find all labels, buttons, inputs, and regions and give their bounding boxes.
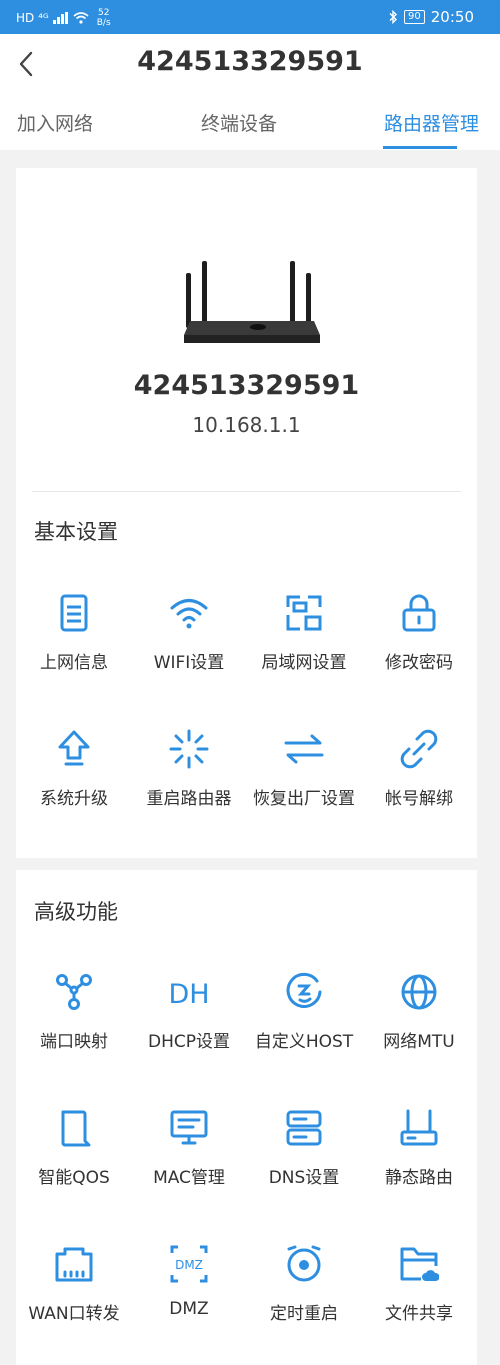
dmz-icon-text: DMZ: [175, 1258, 203, 1272]
ethernet-port-icon: [54, 1244, 94, 1284]
status-left: HD ⁴ᴳ 52 B/s: [16, 8, 111, 28]
tab-terminal-devices[interactable]: 终端设备: [201, 109, 277, 136]
tab-router-management[interactable]: 路由器管理: [384, 109, 479, 136]
cloud-folder-icon: [399, 1244, 439, 1284]
grid-item-dhcp-settings[interactable]: DH DHCP设置: [131, 972, 247, 1092]
wifi-status-icon: [73, 12, 89, 24]
advanced-card: 高级功能 端口映射 DH DHCP设置 自定义HOST 网络MTU 智能QOS …: [16, 870, 477, 1365]
tab-bar: 加入网络 终端设备 路由器管理: [0, 94, 500, 150]
grid-item-label: 文件共享: [385, 1304, 453, 1324]
grid-item-smart-qos[interactable]: 智能QOS: [16, 1108, 132, 1228]
unlink-icon: [399, 729, 439, 769]
router-icon: [399, 1108, 439, 1148]
net-speed: 52 B/s: [96, 8, 111, 28]
lan-icon: [284, 593, 324, 633]
grid-item-scheduled-restart[interactable]: 定时重启: [246, 1244, 362, 1364]
grid-item-label: 智能QOS: [38, 1168, 110, 1188]
grid-item-label: 系统升级: [40, 789, 108, 809]
grid-item-label: MAC管理: [153, 1168, 225, 1188]
globe-icon: [399, 972, 439, 1012]
active-tab-indicator: [383, 146, 457, 149]
page-title: 424513329591: [137, 46, 363, 77]
router-image: [166, 213, 326, 348]
dhcp-icon-text: DH: [168, 979, 209, 1010]
grid-item-factory-reset[interactable]: 恢复出厂设置: [246, 729, 362, 849]
bluetooth-icon: [388, 10, 398, 24]
grid-item-restart-router[interactable]: 重启路由器: [131, 729, 247, 849]
port-mapping-icon: [54, 972, 94, 1012]
grid-item-label: DHCP设置: [148, 1032, 230, 1052]
upgrade-arrow-icon: [54, 729, 94, 769]
section-title-advanced: 高级功能: [34, 900, 118, 924]
grid-item-label: DNS设置: [268, 1168, 340, 1188]
grid-item-label: 重启路由器: [146, 789, 232, 809]
wifi-icon: [169, 593, 209, 633]
tab-join-network[interactable]: 加入网络: [17, 109, 93, 136]
device-card: 424513329591 10.168.1.1 基本设置 上网信息 WIFI设置…: [16, 168, 477, 858]
loading-spinner-icon: [169, 729, 209, 769]
grid-item-change-password[interactable]: 修改密码: [361, 593, 477, 713]
device-ip: 10.168.1.1: [192, 413, 301, 437]
grid-item-label: 恢复出厂设置: [253, 789, 355, 809]
qos-icon: [54, 1108, 94, 1148]
divider: [32, 491, 461, 492]
section-title-basic: 基本设置: [34, 520, 118, 544]
alarm-clock-icon: [284, 1244, 324, 1284]
grid-item-wifi-settings[interactable]: WIFI设置: [131, 593, 247, 713]
grid-item-dns-settings[interactable]: DNS设置: [246, 1108, 362, 1228]
battery-indicator: 90: [404, 10, 425, 24]
server-icon: [284, 1108, 324, 1148]
network-type-icon: HD ⁴ᴳ: [16, 11, 49, 25]
monitor-icon: [169, 1108, 209, 1148]
grid-item-label: 帐号解绑: [385, 789, 453, 809]
swap-arrows-icon: [284, 729, 324, 769]
signal-icon: [52, 12, 69, 24]
grid-item-mac-management[interactable]: MAC管理: [131, 1108, 247, 1228]
device-name: 424513329591: [133, 370, 360, 401]
grid-item-port-mapping[interactable]: 端口映射: [16, 972, 132, 1092]
grid-item-custom-host[interactable]: 自定义HOST: [246, 972, 362, 1092]
header: 424513329591: [0, 34, 500, 94]
grid-item-account-unbind[interactable]: 帐号解绑: [361, 729, 477, 849]
grid-item-label: 网络MTU: [383, 1032, 455, 1052]
grid-item-label: 上网信息: [40, 653, 108, 673]
grid-item-dmz[interactable]: DMZ DMZ: [131, 1244, 247, 1364]
host-icon: [284, 972, 324, 1012]
grid-item-label: 端口映射: [40, 1032, 108, 1052]
document-icon: [54, 593, 94, 633]
status-bar: HD ⁴ᴳ 52 B/s 90 20:50: [0, 0, 500, 34]
grid-item-wan-forward[interactable]: WAN口转发: [16, 1244, 132, 1364]
dmz-icon: DMZ: [169, 1244, 209, 1284]
lock-icon: [399, 593, 439, 633]
dhcp-icon: DH: [161, 972, 217, 1012]
grid-item-label: 静态路由: [385, 1168, 453, 1188]
clock: 20:50: [430, 8, 474, 26]
grid-item-label: WIFI设置: [153, 653, 225, 673]
grid-item-lan-settings[interactable]: 局域网设置: [246, 593, 362, 713]
grid-item-file-share[interactable]: 文件共享: [361, 1244, 477, 1364]
grid-item-network-mtu[interactable]: 网络MTU: [361, 972, 477, 1092]
grid-item-label: 自定义HOST: [254, 1032, 354, 1052]
status-right: 90 20:50: [388, 8, 474, 26]
grid-item-internet-info[interactable]: 上网信息: [16, 593, 132, 713]
grid-item-label: DMZ: [169, 1299, 209, 1319]
grid-item-static-route[interactable]: 静态路由: [361, 1108, 477, 1228]
grid-item-label: 局域网设置: [261, 653, 347, 673]
grid-item-label: 修改密码: [385, 653, 453, 673]
grid-item-label: 定时重启: [270, 1304, 338, 1324]
grid-item-label: WAN口转发: [28, 1304, 120, 1324]
grid-item-system-upgrade[interactable]: 系统升级: [16, 729, 132, 849]
